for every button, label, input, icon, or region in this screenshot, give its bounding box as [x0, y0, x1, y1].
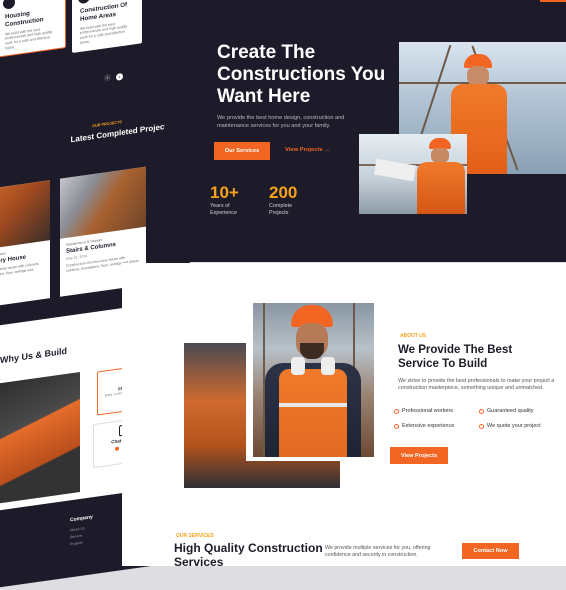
reflective-strip	[279, 403, 347, 407]
worker-glove	[291, 357, 305, 375]
worker-gloves-image	[0, 371, 80, 506]
feature-label: Professional workers	[402, 408, 454, 414]
feature-item: We quote your project	[479, 423, 564, 429]
arrow-right-icon: →	[324, 147, 331, 153]
contact-now-button[interactable]: Contact Now	[462, 543, 519, 559]
services-eyebrow: OUR SERVICES	[176, 533, 214, 539]
social-icon[interactable]	[115, 446, 119, 452]
stat-value: 200	[269, 183, 298, 202]
feature-item: Professional workers	[394, 408, 479, 414]
feature-label: Guaranteed quality	[487, 408, 534, 414]
service-card-desc: We build with the best professionals and…	[80, 21, 128, 45]
about-view-projects-button[interactable]: View Projects	[390, 447, 448, 464]
projects-eyebrow: OUR PROJECTS	[92, 120, 122, 129]
nav-accent-bar	[540, 0, 566, 2]
stat-projects: 200 Complete Projects	[269, 183, 309, 217]
about-section: ABOUT US We Provide The Best Service To …	[122, 263, 566, 569]
safety-vest	[279, 369, 347, 457]
hero-section: Create The Constructions You Want Here W…	[165, 0, 566, 262]
project-desc: Luxury family house with columns, founda…	[0, 261, 40, 278]
projects-title-part1: Latest	[70, 131, 97, 145]
services-title: High Quality Construction Services	[174, 541, 323, 569]
service-card-areas[interactable]: Construction Of Home Areas We build with…	[72, 0, 142, 54]
hero-title: Create The Constructions You Want Here	[217, 42, 386, 107]
services-desc: We provide multiple services for you, of…	[325, 545, 431, 558]
worker-beard	[300, 343, 324, 359]
check-icon	[479, 423, 484, 429]
stat-label: Years of Experience	[210, 203, 237, 216]
about-image-worker	[253, 303, 374, 457]
feature-label: Extensive experience	[402, 423, 455, 429]
projects-title: Latest Completed Projects	[66, 120, 176, 145]
stat-years: 10+ Years of Experience	[210, 183, 250, 217]
hero-subtitle: We provide the best home design, constru…	[217, 115, 345, 129]
footer-link[interactable]: Service	[70, 532, 93, 540]
view-projects-link[interactable]: View Projects →	[285, 147, 330, 153]
footer-company: Company About Us Service Projects	[70, 514, 93, 546]
home-area-icon	[78, 0, 90, 5]
about-title: We Provide The Best Service To Build	[398, 344, 513, 370]
why-title: Why Us & Build	[0, 345, 67, 366]
next-arrow-icon[interactable]: ›	[116, 72, 123, 81]
blueprint-paper	[373, 158, 417, 182]
stat-value: 10+	[210, 183, 239, 202]
house-icon	[3, 0, 15, 10]
service-card-desc: We build with the best professionals and…	[5, 27, 53, 51]
footer-link[interactable]: Projects	[70, 539, 93, 547]
project-image	[0, 180, 50, 250]
footer-link[interactable]: About Us	[70, 525, 93, 532]
check-icon	[394, 423, 399, 429]
service-card-housing[interactable]: Housing Construction We build with the b…	[0, 0, 66, 58]
safety-vest	[417, 162, 465, 214]
hero-image-inspector	[359, 134, 467, 214]
about-desc: We strive to provide the best profession…	[398, 378, 555, 391]
feature-item: Extensive experience	[394, 423, 479, 429]
feature-label: We quote your project	[487, 423, 541, 429]
stat-label: Complete Projects	[269, 203, 293, 216]
about-eyebrow: ABOUT US	[400, 333, 427, 339]
feature-item: Guaranteed quality	[479, 408, 564, 414]
check-icon	[394, 408, 399, 414]
worker-face	[431, 148, 449, 163]
check-icon	[479, 408, 484, 414]
worker-face	[467, 66, 489, 86]
worker-glove	[321, 357, 335, 375]
our-services-button[interactable]: Our Services	[214, 142, 270, 160]
project-image	[60, 166, 146, 239]
project-card[interactable]: Construction Luxury House Luxury family …	[0, 180, 50, 308]
view-projects-label: View Projects	[285, 147, 323, 153]
about-feature-list: Professional workers Guaranteed quality …	[394, 408, 564, 429]
footer-heading: Company	[70, 514, 93, 524]
prev-arrow-icon[interactable]: ‹	[104, 73, 111, 82]
